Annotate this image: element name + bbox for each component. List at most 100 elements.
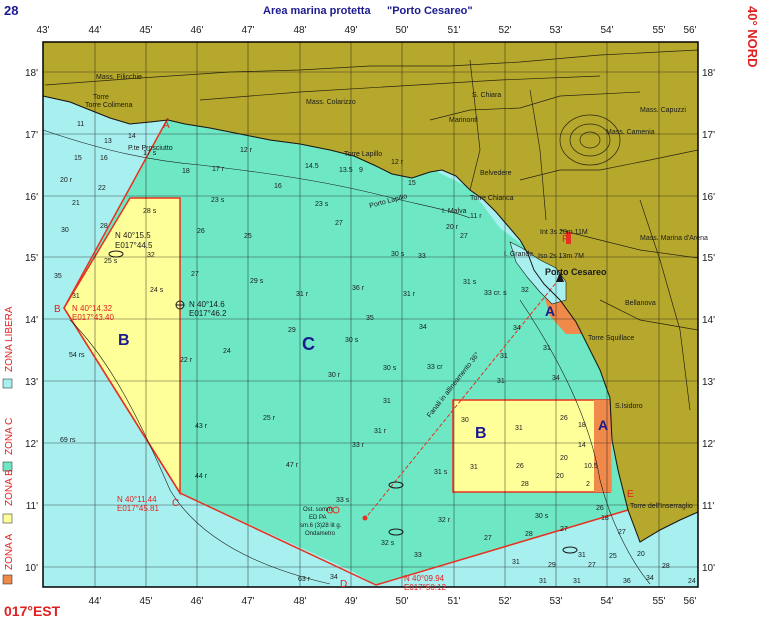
depth-sounding: 32 — [147, 252, 155, 259]
depth-sounding: 21 — [72, 200, 80, 207]
depth-sounding: 31 — [72, 293, 80, 300]
depth-sounding: 22 — [98, 185, 106, 192]
depth-sounding: 31 s — [434, 469, 448, 476]
light-characteristic-2: Int 3s 20m 11M — [540, 229, 588, 236]
depth-sounding: 47 r — [286, 462, 299, 469]
top-lon-label: 49' — [344, 25, 357, 36]
place-torre-squillace: Torre Squillace — [588, 335, 634, 342]
place-torre-colimena: Torre Colimena — [85, 102, 133, 109]
place-torre-chianca: Torre Chianca — [470, 195, 514, 202]
depth-sounding: 30 s — [391, 251, 405, 258]
depth-sounding: 34 — [419, 324, 427, 331]
depth-sounding: 29 — [288, 327, 296, 334]
depth-sounding: 30 s — [383, 365, 397, 372]
depth-sounding: 69 rs — [60, 437, 76, 444]
vertex-a: A — [163, 120, 170, 131]
zone-a-south — [594, 400, 612, 492]
coord-c-lon: E017°45.81 — [117, 504, 159, 513]
right-lat-label: 15' — [702, 253, 715, 264]
bottom-lon-label: 54' — [600, 596, 613, 607]
depth-sounding: 31 — [512, 559, 520, 566]
legend-swatch-a — [2, 574, 13, 585]
right-lat-label: 18' — [702, 68, 715, 79]
top-lon-label: 56' — [683, 25, 696, 36]
coord-b-lat: N 40°14.32 — [72, 304, 113, 313]
place-mass-filicchie: Mass. Filicchie — [96, 74, 142, 81]
coord-d-lon: E017°50.12 — [404, 583, 446, 592]
depth-sounding: 14 — [128, 133, 136, 140]
depth-sounding: 32 s — [381, 540, 395, 547]
depth-sounding: 31 — [543, 345, 551, 352]
depth-sounding: 33 r — [352, 442, 365, 449]
depth-sounding: 15 — [74, 155, 82, 162]
bottom-lon-label: 49' — [344, 596, 357, 607]
bottom-lon-label: 53' — [549, 596, 562, 607]
bottom-lon-label: 52' — [498, 596, 511, 607]
depth-sounding: 27 — [588, 562, 596, 569]
coord-d-lat: N 40°09.94 — [404, 574, 445, 583]
depth-sounding: 27 — [335, 220, 343, 227]
depth-sounding: 25 r — [263, 415, 276, 422]
depth-sounding: 24 s — [150, 287, 164, 294]
coord-c-lat: N 40°11.44 — [117, 495, 157, 504]
coord-center-lon: E017°46.2 — [189, 309, 227, 318]
bottom-lon-label: 51' — [447, 596, 460, 607]
depth-sounding: 20 r — [60, 177, 73, 184]
depth-sounding: 26 — [516, 463, 524, 470]
top-lon-label: 48' — [293, 25, 306, 36]
depth-sounding: 22 r — [180, 357, 193, 364]
place-bellanova: Bellanova — [625, 300, 656, 307]
depth-sounding: 31 — [470, 464, 478, 471]
depth-sounding: 31 s — [463, 279, 477, 286]
place-torre-inserraglio: Torre dell'Inserraglio — [630, 503, 693, 510]
place-s-isidoro: S.Isidoro — [615, 403, 643, 410]
depth-sounding: 33 — [418, 253, 426, 260]
depth-sounding: 20 — [560, 455, 568, 462]
zone-b-west-label: B — [118, 332, 130, 349]
bottom-lon-label: 47' — [241, 596, 254, 607]
bottom-lon-label: 56' — [683, 596, 696, 607]
depth-sounding: 31 — [515, 425, 523, 432]
place-torre-colimena-1: Torre — [93, 94, 109, 101]
depth-sounding: 25 — [609, 553, 617, 560]
depth-sounding: 33 cr. s — [484, 290, 507, 297]
place-mass-marina: Mass. Marina d'Arena — [640, 235, 708, 242]
left-lat-label: 15' — [25, 253, 38, 264]
depth-sounding: 9 — [359, 167, 363, 174]
obstruction-label-2: ED PA — [309, 515, 327, 521]
depth-sounding: 27 — [191, 271, 199, 278]
bottom-lon-label: 46' — [190, 596, 203, 607]
depth-sounding: 35 — [366, 315, 374, 322]
depth-sounding: 54 rs — [69, 352, 85, 359]
depth-sounding: 29 — [548, 562, 556, 569]
left-lat-label: 12' — [25, 439, 38, 450]
legend-b: ZONA B — [4, 469, 15, 506]
depth-sounding: 30 s — [345, 337, 359, 344]
bottom-lon-label: 48' — [293, 596, 306, 607]
depth-sounding: 33 s — [336, 497, 350, 504]
zone-a-south-label: A — [598, 417, 608, 433]
depth-sounding: 34 — [330, 574, 338, 581]
depth-sounding: 30 s — [535, 513, 549, 520]
depth-sounding: 27 — [484, 535, 492, 542]
longitude-title: 017°EST — [4, 603, 61, 619]
legend-a: ZONA A — [4, 534, 15, 570]
depth-sounding: 27 — [560, 526, 568, 533]
depth-sounding: 31 r — [403, 291, 416, 298]
place-marinonti: Marinonti — [449, 117, 478, 124]
depth-sounding: 29 s — [250, 278, 264, 285]
depth-sounding: 17 r — [212, 166, 225, 173]
depth-sounding: 13.5 — [339, 167, 353, 174]
depth-sounding: 20 — [556, 473, 564, 480]
place-mass-capuzzi: Mass. Capuzzi — [640, 107, 686, 114]
left-lat-label: 14' — [25, 315, 38, 326]
coord-b-box-lat: N 40°15.5 — [115, 231, 151, 240]
place-mass-colarizzo: Mass. Colarizzo — [306, 99, 356, 106]
depth-sounding: 18 — [578, 422, 586, 429]
depth-sounding: 16 — [274, 183, 282, 190]
legend-c: ZONA C — [4, 418, 15, 455]
depth-sounding: 24 — [688, 578, 696, 585]
left-lat-label: 18' — [25, 68, 38, 79]
top-longitude-axis: 43' 44' 45' 46' 47' 48' 49' 50' 51' 52' 53' 54' 55' 5… — [36, 25, 696, 36]
depth-sounding: 35 — [54, 273, 62, 280]
